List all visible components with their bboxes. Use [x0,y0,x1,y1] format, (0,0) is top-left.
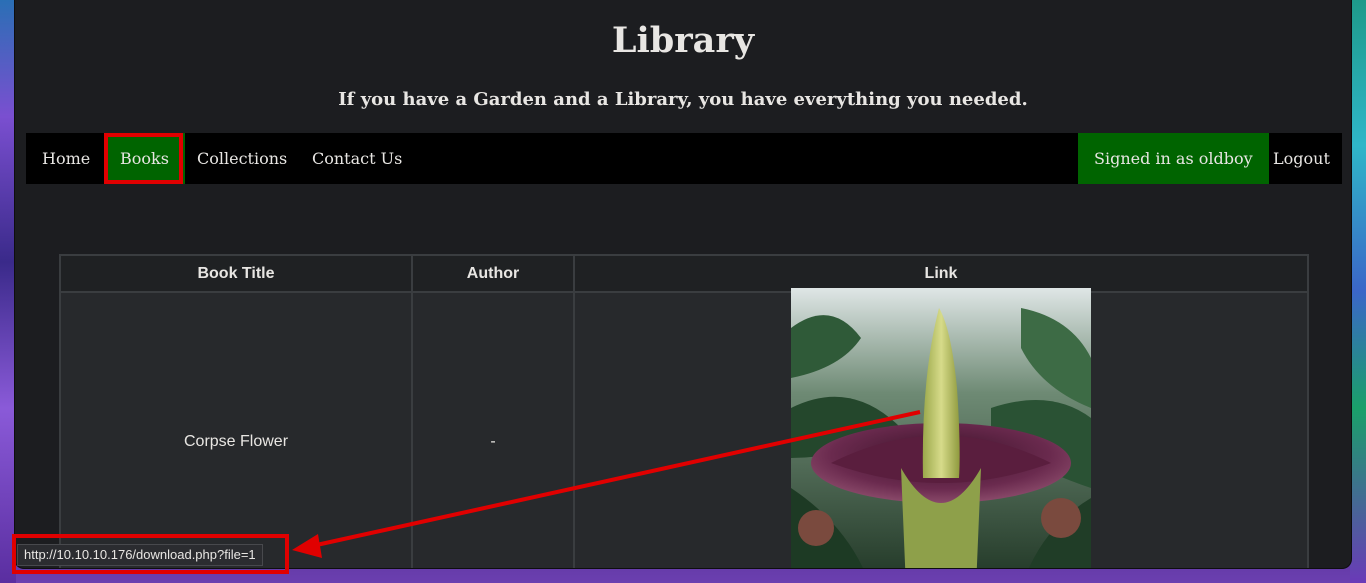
nav-collections-link[interactable]: Collections [181,133,303,184]
header-book-title: Book Title [59,254,413,293]
nav-home-link[interactable]: Home [26,133,106,184]
header-link: Link [573,254,1309,293]
book-download-link[interactable] [575,288,1307,569]
site-tagline: If you have a Garden and a Library, you … [338,89,1028,110]
nav-contact-link[interactable]: Contact Us [296,133,418,184]
cell-author: - [411,291,575,568]
site-title: Library [611,20,755,61]
nav-books-link[interactable]: Books [104,133,185,184]
corpse-flower-image[interactable] [791,288,1091,569]
browser-viewport: Library If you have a Garden and a Libra… [14,0,1352,569]
cell-book-title: Corpse Flower [59,291,413,568]
cell-link [573,288,1309,568]
table-header-row: Book Title Author Link [59,254,1309,293]
browser-status-bar: http://10.10.10.176/download.php?file=1 [17,544,263,566]
books-table: Book Title Author Link Corpse Flower - [59,254,1309,568]
nav-logout-link[interactable]: Logout [1257,133,1346,184]
header-author: Author [411,254,575,293]
signed-in-badge: Signed in as oldboy [1078,133,1269,184]
table-row: Corpse Flower - [59,288,1309,568]
navbar: Home Books Collections Contact Us Signed… [26,133,1342,184]
desktop-wallpaper-right [1350,0,1366,583]
